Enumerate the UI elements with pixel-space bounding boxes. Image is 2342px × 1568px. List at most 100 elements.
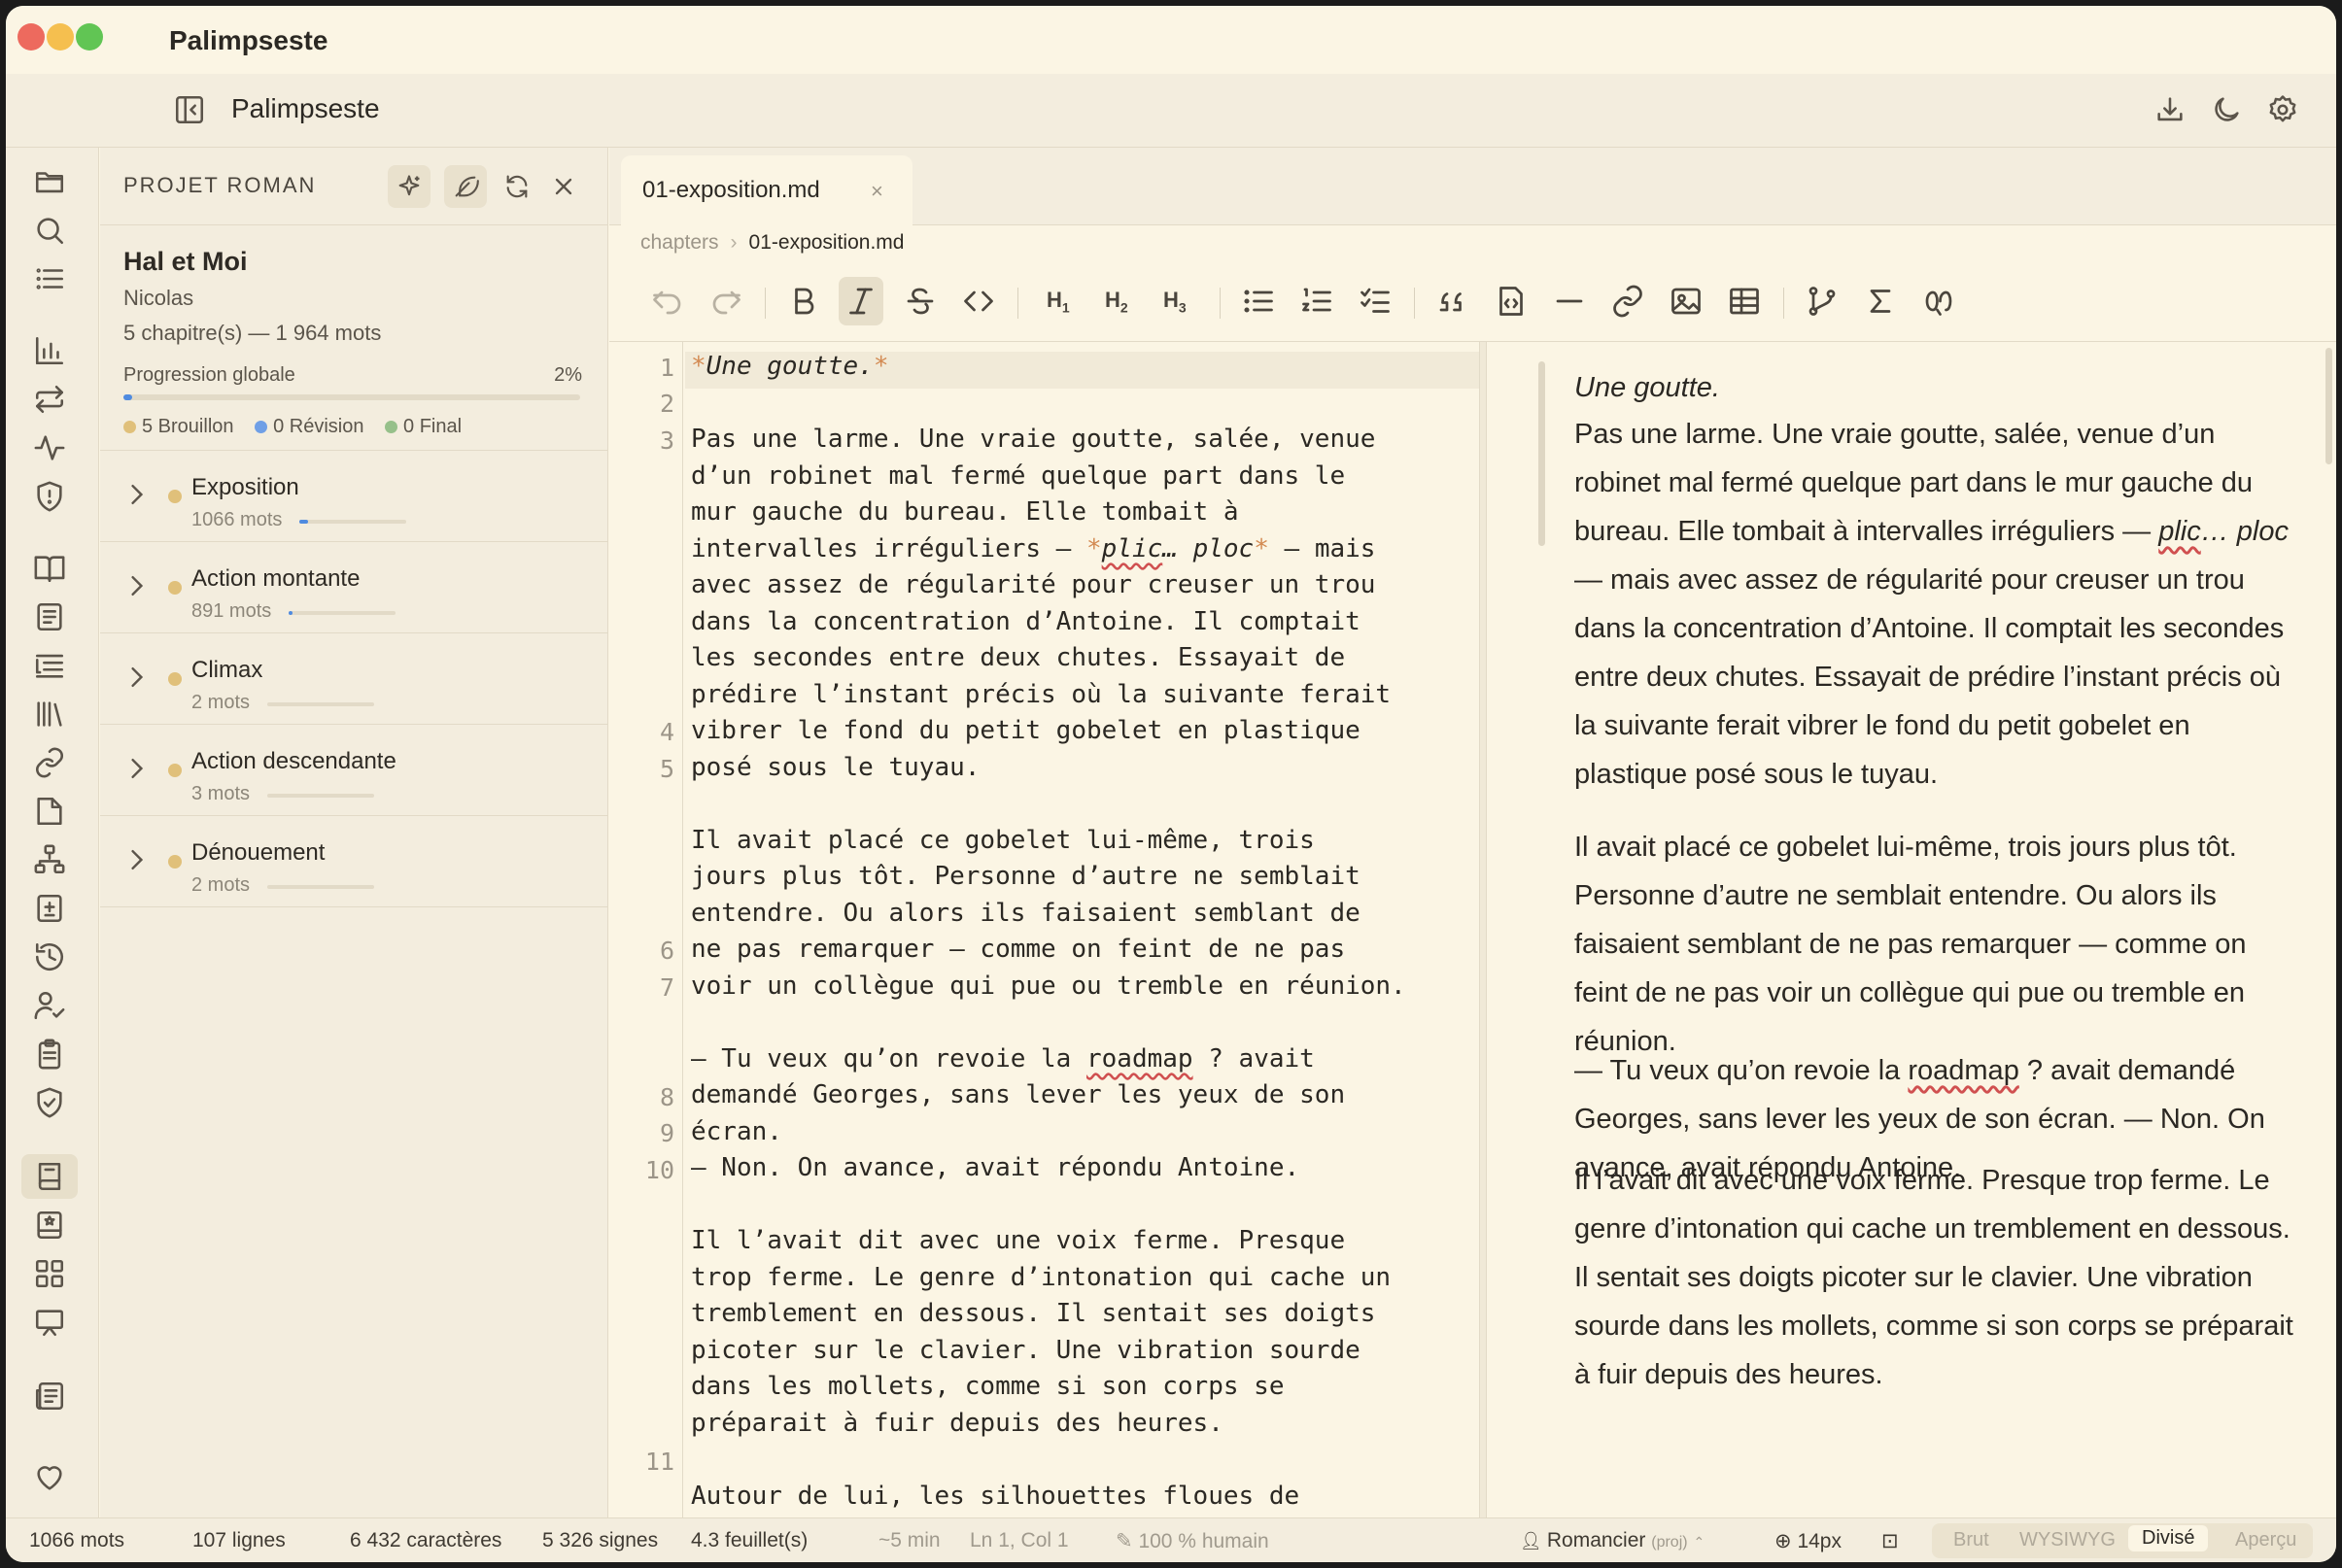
editor-line: préparait à fuir depuis des heures.: [691, 1409, 1223, 1438]
chapter-item[interactable]: Dénouement 2 mots: [100, 816, 607, 907]
heading-2-button[interactable]: H2: [1105, 288, 1128, 315]
feather-icon[interactable]: [444, 165, 487, 208]
refresh-icon[interactable]: [496, 165, 538, 208]
numbered-list-icon[interactable]: [1299, 284, 1334, 319]
book-active-icon[interactable]: [21, 1154, 78, 1199]
list-icon[interactable]: [33, 262, 66, 295]
search-icon[interactable]: [33, 214, 66, 247]
newspaper-icon[interactable]: [33, 1380, 66, 1413]
chapter-item[interactable]: Exposition 1066 mots: [100, 451, 607, 542]
audio-waves-icon[interactable]: [1921, 284, 1956, 319]
editor-line: Il l’avait dit avec une voix ferme. Pres…: [691, 1226, 1346, 1255]
link-icon[interactable]: [33, 746, 66, 779]
profile-name: Romancier: [1546, 1529, 1646, 1551]
close-window-button[interactable]: [17, 23, 45, 51]
status-dot: [168, 764, 182, 777]
mode-wysiwyg[interactable]: WYSIWYG: [2019, 1529, 2116, 1551]
activity-icon[interactable]: [33, 431, 66, 464]
chapter-name: Climax: [191, 657, 263, 683]
history-icon[interactable]: [33, 940, 66, 973]
table-icon[interactable]: [1727, 284, 1762, 319]
tree-icon[interactable]: [33, 843, 66, 876]
line-number: 10: [644, 1156, 674, 1184]
mode-split[interactable]: Divisé: [2128, 1525, 2209, 1551]
link-icon[interactable]: [1610, 284, 1645, 319]
gear-icon[interactable]: [2266, 93, 2299, 126]
line-text: intervalles irréguliers —: [691, 534, 1086, 563]
editor-line: demandé Georges, sans lever les yeux de …: [691, 1080, 1346, 1109]
shield-alert-icon[interactable]: [33, 480, 66, 513]
tab-01-exposition[interactable]: 01-exposition.md ×: [621, 155, 913, 225]
quote-icon[interactable]: [1435, 284, 1470, 319]
folder-icon[interactable]: [33, 165, 66, 198]
misspelled-word: roadmap: [1086, 1044, 1193, 1074]
sidebar-collapse-icon[interactable]: [173, 93, 206, 126]
sigma-icon[interactable]: [1863, 284, 1898, 319]
redo-icon[interactable]: [708, 284, 743, 319]
document-icon[interactable]: [33, 600, 66, 633]
checklist-icon[interactable]: [1358, 284, 1393, 319]
heart-icon[interactable]: [33, 1461, 66, 1494]
chapter-item[interactable]: Action descendante 3 mots: [100, 725, 607, 816]
mode-raw[interactable]: Brut: [1953, 1529, 1989, 1551]
close-icon[interactable]: [542, 165, 585, 208]
markdown-editor[interactable]: *Une goutte.* Pas une larme. Une vraie g…: [683, 342, 1558, 1517]
strikethrough-icon[interactable]: [903, 284, 938, 319]
outline-icon[interactable]: [33, 649, 66, 682]
preview-paragraph: Il avait placé ce gobelet lui-même, troi…: [1574, 832, 2247, 1057]
undo-icon[interactable]: [650, 284, 685, 319]
minimize-window-button[interactable]: [47, 23, 74, 51]
sheet-count: 4.3 feuillet(s): [691, 1529, 809, 1551]
focus-icon[interactable]: ⊡: [1881, 1529, 1899, 1553]
chevron-right-icon[interactable]: [129, 575, 145, 597]
file-plus-icon[interactable]: [33, 892, 66, 925]
mode-preview[interactable]: Aperçu: [2235, 1529, 2296, 1551]
book-open-icon[interactable]: [33, 552, 66, 585]
file-code-icon[interactable]: [1494, 284, 1529, 319]
shield-check-icon[interactable]: [33, 1086, 66, 1119]
image-icon[interactable]: [1669, 284, 1704, 319]
bar-chart-icon[interactable]: [33, 334, 66, 367]
status-dot: [168, 672, 182, 686]
cursor-position[interactable]: Ln 1, Col 1: [970, 1529, 1069, 1552]
bold-icon[interactable]: [786, 284, 821, 319]
preview-scrollbar[interactable]: [2325, 348, 2332, 464]
italic-icon[interactable]: [839, 277, 883, 325]
sparkle-icon[interactable]: [388, 165, 431, 208]
git-branch-icon[interactable]: [1805, 284, 1840, 319]
grid-icon[interactable]: [33, 1257, 66, 1290]
profile-selector[interactable]: 👤︎ Romancier (proj) ⌃: [1520, 1529, 1705, 1552]
split-divider[interactable]: [1479, 342, 1487, 1517]
tab-close-icon[interactable]: ×: [871, 179, 883, 204]
heading-3-button[interactable]: H3: [1163, 288, 1187, 315]
bullet-list-icon[interactable]: [1241, 284, 1276, 319]
status-dot: [168, 490, 182, 503]
moon-icon[interactable]: [2210, 93, 2243, 126]
breadcrumb-parent[interactable]: chapters: [640, 231, 719, 254]
zoom-level[interactable]: ⊕ 14px: [1774, 1529, 1842, 1553]
presentation-icon[interactable]: [33, 1306, 66, 1339]
line-text: — mais: [1268, 534, 1376, 563]
clipboard-icon[interactable]: [33, 1038, 66, 1071]
line-text: Une goutte.: [706, 352, 874, 381]
chevron-right-icon[interactable]: [129, 849, 145, 870]
code-icon[interactable]: [961, 284, 996, 319]
chapter-item[interactable]: Action montante 891 mots: [100, 542, 607, 633]
heading-1-button[interactable]: H1: [1047, 288, 1070, 315]
book-mark-icon[interactable]: [33, 1209, 66, 1242]
chevron-right-icon[interactable]: [129, 666, 145, 688]
user-check-icon[interactable]: [33, 989, 66, 1022]
toolbar-separator: [1783, 288, 1784, 319]
swap-icon[interactable]: [33, 383, 66, 416]
download-icon[interactable]: [2153, 93, 2187, 126]
final-dot: [385, 421, 398, 433]
chevron-right-icon[interactable]: [129, 758, 145, 779]
note-icon[interactable]: [33, 795, 66, 828]
chevron-right-icon[interactable]: [129, 484, 145, 505]
zoom-window-button[interactable]: [76, 23, 103, 51]
misspelled-word: roadmap: [1908, 1055, 2019, 1086]
chapter-name: Action montante: [191, 565, 361, 592]
library-icon[interactable]: [33, 698, 66, 731]
chapter-item[interactable]: Climax 2 mots: [100, 633, 607, 725]
horizontal-rule-icon[interactable]: [1552, 284, 1587, 319]
